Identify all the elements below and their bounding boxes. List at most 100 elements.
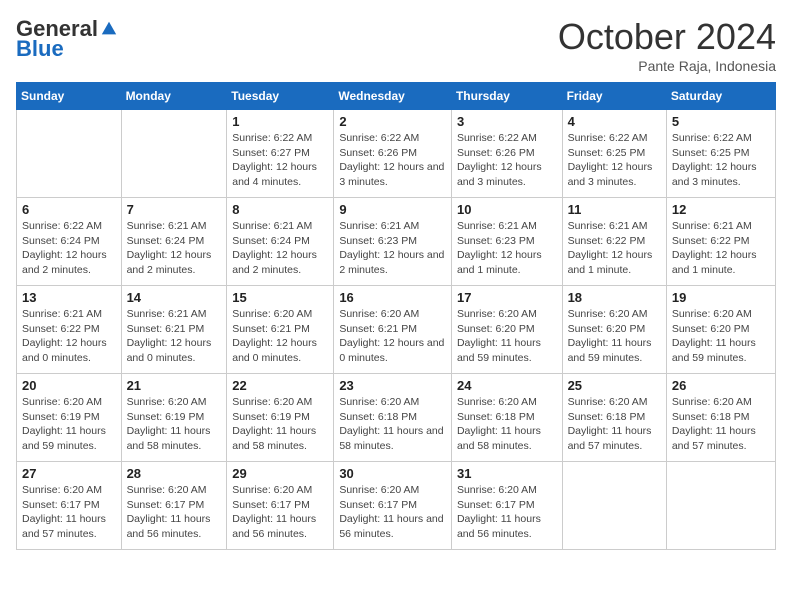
day-number: 24 xyxy=(457,378,557,393)
day-info: Sunrise: 6:21 AMSunset: 6:24 PMDaylight:… xyxy=(232,219,328,278)
day-number: 17 xyxy=(457,290,557,305)
calendar-cell: 8 Sunrise: 6:21 AMSunset: 6:24 PMDaylight… xyxy=(227,198,334,286)
day-info: Sunrise: 6:20 AMSunset: 6:18 PMDaylight:… xyxy=(457,395,557,454)
calendar-cell: 18Sunrise: 6:20 AMSunset: 6:20 PMDayligh… xyxy=(562,286,666,374)
day-number: 20 xyxy=(22,378,116,393)
day-number: 12 xyxy=(672,202,770,217)
calendar-cell: 23 Sunrise: 6:20 AMSunset: 6:18 PMDayligh… xyxy=(334,374,452,462)
day-info: Sunrise: 6:20 AMSunset: 6:17 PMDaylight:… xyxy=(22,483,116,542)
calendar-cell: 20 Sunrise: 6:20 AMSunset: 6:19 PMDayligh… xyxy=(17,374,122,462)
day-info: Sunrise: 6:22 AMSunset: 6:25 PMDaylight:… xyxy=(672,131,770,190)
calendar-cell: 19 Sunrise: 6:20 AMSunset: 6:20 PMDayligh… xyxy=(666,286,775,374)
calendar-cell: 10 Sunrise: 6:21 AMSunset: 6:23 PMDayligh… xyxy=(451,198,562,286)
calendar-cell xyxy=(666,462,775,550)
calendar-cell: 4 Sunrise: 6:22 AMSunset: 6:25 PMDaylight… xyxy=(562,110,666,198)
day-info: Sunrise: 6:20 AMSunset: 6:18 PMDaylight:… xyxy=(339,395,446,454)
calendar-cell xyxy=(121,110,227,198)
day-number: 2 xyxy=(339,114,446,129)
day-info: Sunrise: 6:20 AMSunset: 6:20 PMDaylight:… xyxy=(672,307,770,366)
day-info: Sunrise: 6:20 AMSunset: 6:21 PMDaylight:… xyxy=(232,307,328,366)
page-header: General Blue October 2024 Pante Raja, In… xyxy=(16,16,776,74)
day-info: Sunrise: 6:20 AMSunset: 6:19 PMDaylight:… xyxy=(127,395,222,454)
logo-blue-text: Blue xyxy=(16,36,64,62)
day-info: Sunrise: 6:20 AMSunset: 6:17 PMDaylight:… xyxy=(232,483,328,542)
calendar-cell: 22 Sunrise: 6:20 AMSunset: 6:19 PMDayligh… xyxy=(227,374,334,462)
calendar-cell: 16 Sunrise: 6:20 AMSunset: 6:21 PMDayligh… xyxy=(334,286,452,374)
calendar-cell: 24 Sunrise: 6:20 AMSunset: 6:18 PMDayligh… xyxy=(451,374,562,462)
day-number: 28 xyxy=(127,466,222,481)
day-info: Sunrise: 6:20 AMSunset: 6:21 PMDaylight:… xyxy=(339,307,446,366)
day-number: 7 xyxy=(127,202,222,217)
week-row-4: 20 Sunrise: 6:20 AMSunset: 6:19 PMDayligh… xyxy=(17,374,776,462)
day-header-tuesday: Tuesday xyxy=(227,83,334,110)
day-number: 5 xyxy=(672,114,770,129)
calendar-cell: 26 Sunrise: 6:20 AMSunset: 6:18 PMDayligh… xyxy=(666,374,775,462)
day-number: 1 xyxy=(232,114,328,129)
month-title: October 2024 xyxy=(558,16,776,58)
day-info: Sunrise: 6:20 AMSunset: 6:19 PMDaylight:… xyxy=(232,395,328,454)
day-info: Sunrise: 6:20 AMSunset: 6:17 PMDaylight:… xyxy=(127,483,222,542)
calendar-cell: 30Sunrise: 6:20 AMSunset: 6:17 PMDayligh… xyxy=(334,462,452,550)
day-number: 21 xyxy=(127,378,222,393)
day-info: Sunrise: 6:20 AMSunset: 6:17 PMDaylight:… xyxy=(457,483,557,542)
day-info: Sunrise: 6:22 AMSunset: 6:26 PMDaylight:… xyxy=(457,131,557,190)
day-info: Sunrise: 6:20 AMSunset: 6:18 PMDaylight:… xyxy=(568,395,661,454)
day-info: Sunrise: 6:21 AMSunset: 6:22 PMDaylight:… xyxy=(22,307,116,366)
day-number: 15 xyxy=(232,290,328,305)
day-info: Sunrise: 6:22 AMSunset: 6:25 PMDaylight:… xyxy=(568,131,661,190)
calendar-cell: 27Sunrise: 6:20 AMSunset: 6:17 PMDayligh… xyxy=(17,462,122,550)
week-row-2: 6 Sunrise: 6:22 AMSunset: 6:24 PMDaylight… xyxy=(17,198,776,286)
calendar-cell: 12Sunrise: 6:21 AMSunset: 6:22 PMDayligh… xyxy=(666,198,775,286)
calendar-table: SundayMondayTuesdayWednesdayThursdayFrid… xyxy=(16,82,776,550)
header-row: SundayMondayTuesdayWednesdayThursdayFrid… xyxy=(17,83,776,110)
day-number: 19 xyxy=(672,290,770,305)
calendar-cell: 13 Sunrise: 6:21 AMSunset: 6:22 PMDayligh… xyxy=(17,286,122,374)
calendar-cell xyxy=(17,110,122,198)
calendar-cell: 14 Sunrise: 6:21 AMSunset: 6:21 PMDayligh… xyxy=(121,286,227,374)
day-number: 9 xyxy=(339,202,446,217)
day-number: 8 xyxy=(232,202,328,217)
week-row-5: 27Sunrise: 6:20 AMSunset: 6:17 PMDayligh… xyxy=(17,462,776,550)
day-info: Sunrise: 6:20 AMSunset: 6:19 PMDaylight:… xyxy=(22,395,116,454)
calendar-cell: 5 Sunrise: 6:22 AMSunset: 6:25 PMDaylight… xyxy=(666,110,775,198)
calendar-cell xyxy=(562,462,666,550)
day-number: 29 xyxy=(232,466,328,481)
calendar-cell: 21 Sunrise: 6:20 AMSunset: 6:19 PMDayligh… xyxy=(121,374,227,462)
day-number: 22 xyxy=(232,378,328,393)
day-number: 31 xyxy=(457,466,557,481)
day-number: 4 xyxy=(568,114,661,129)
day-number: 23 xyxy=(339,378,446,393)
calendar-cell: 25Sunrise: 6:20 AMSunset: 6:18 PMDayligh… xyxy=(562,374,666,462)
day-info: Sunrise: 6:20 AMSunset: 6:20 PMDaylight:… xyxy=(457,307,557,366)
day-info: Sunrise: 6:20 AMSunset: 6:20 PMDaylight:… xyxy=(568,307,661,366)
calendar-cell: 1 Sunrise: 6:22 AMSunset: 6:27 PMDaylight… xyxy=(227,110,334,198)
week-row-3: 13 Sunrise: 6:21 AMSunset: 6:22 PMDayligh… xyxy=(17,286,776,374)
day-info: Sunrise: 6:21 AMSunset: 6:23 PMDaylight:… xyxy=(457,219,557,278)
day-number: 10 xyxy=(457,202,557,217)
day-info: Sunrise: 6:21 AMSunset: 6:21 PMDaylight:… xyxy=(127,307,222,366)
logo-icon xyxy=(100,20,118,38)
day-number: 16 xyxy=(339,290,446,305)
location: Pante Raja, Indonesia xyxy=(558,58,776,74)
calendar-cell: 3 Sunrise: 6:22 AMSunset: 6:26 PMDaylight… xyxy=(451,110,562,198)
day-header-friday: Friday xyxy=(562,83,666,110)
day-info: Sunrise: 6:22 AMSunset: 6:27 PMDaylight:… xyxy=(232,131,328,190)
calendar-cell: 2Sunrise: 6:22 AMSunset: 6:26 PMDaylight… xyxy=(334,110,452,198)
day-number: 14 xyxy=(127,290,222,305)
calendar-cell: 15 Sunrise: 6:20 AMSunset: 6:21 PMDayligh… xyxy=(227,286,334,374)
day-number: 3 xyxy=(457,114,557,129)
day-info: Sunrise: 6:21 AMSunset: 6:22 PMDaylight:… xyxy=(568,219,661,278)
day-info: Sunrise: 6:22 AMSunset: 6:24 PMDaylight:… xyxy=(22,219,116,278)
day-number: 6 xyxy=(22,202,116,217)
calendar-cell: 6 Sunrise: 6:22 AMSunset: 6:24 PMDaylight… xyxy=(17,198,122,286)
day-info: Sunrise: 6:20 AMSunset: 6:18 PMDaylight:… xyxy=(672,395,770,454)
title-block: October 2024 Pante Raja, Indonesia xyxy=(558,16,776,74)
week-row-1: 1 Sunrise: 6:22 AMSunset: 6:27 PMDaylight… xyxy=(17,110,776,198)
day-number: 13 xyxy=(22,290,116,305)
calendar-cell: 28 Sunrise: 6:20 AMSunset: 6:17 PMDayligh… xyxy=(121,462,227,550)
calendar-cell: 29 Sunrise: 6:20 AMSunset: 6:17 PMDayligh… xyxy=(227,462,334,550)
day-info: Sunrise: 6:21 AMSunset: 6:24 PMDaylight:… xyxy=(127,219,222,278)
day-info: Sunrise: 6:20 AMSunset: 6:17 PMDaylight:… xyxy=(339,483,446,542)
day-number: 26 xyxy=(672,378,770,393)
day-header-sunday: Sunday xyxy=(17,83,122,110)
